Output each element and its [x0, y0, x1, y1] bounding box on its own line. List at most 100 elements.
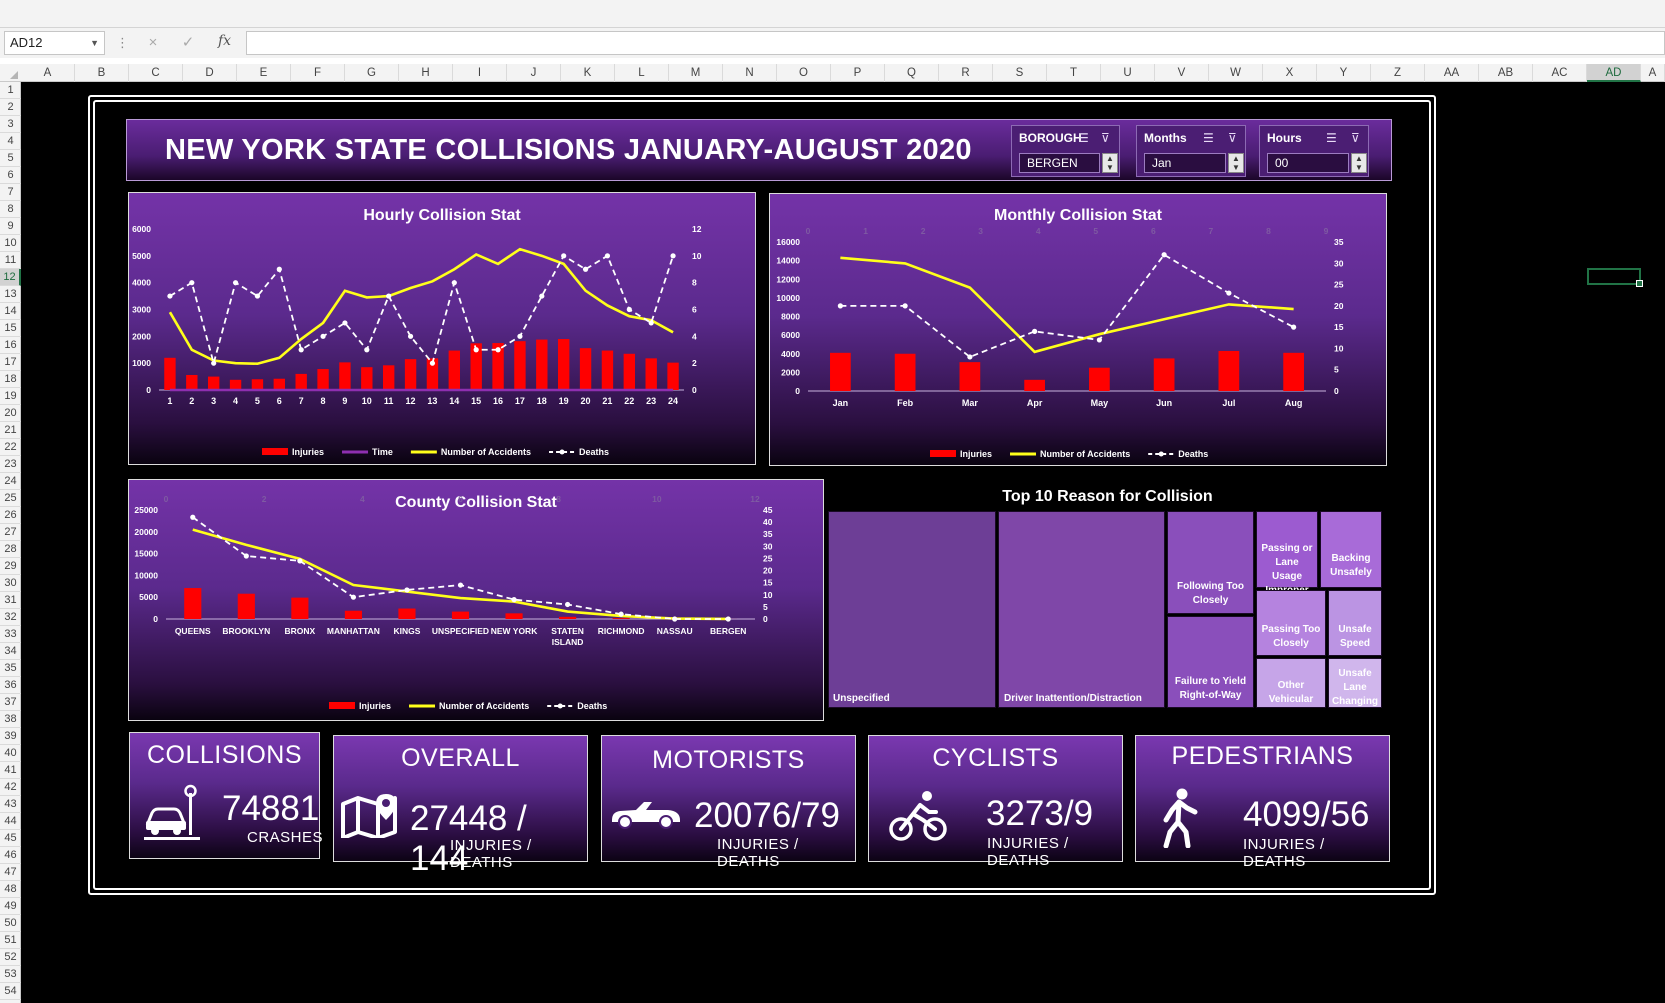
chevron-down-icon[interactable]: ▼ — [90, 32, 99, 54]
row-header-29[interactable]: 29 — [0, 558, 21, 575]
row-header-51[interactable]: 51 — [0, 932, 21, 949]
row-header-2[interactable]: 2 — [0, 99, 21, 116]
row-header-9[interactable]: 9 — [0, 218, 21, 235]
slicer-value[interactable]: Jan — [1144, 153, 1226, 173]
slicer-value[interactable]: BERGEN — [1019, 153, 1100, 173]
multi-select-icon[interactable]: ☰ — [1203, 131, 1214, 145]
treemap-cell[interactable]: Following Too Closely — [1167, 511, 1254, 614]
scroll-spinner-icon[interactable]: ▲ ▼ — [1102, 153, 1118, 173]
clear-filter-icon[interactable]: ⊽ — [1101, 131, 1110, 145]
column-header-aa[interactable]: AA — [1425, 64, 1479, 82]
row-header-34[interactable]: 34 — [0, 643, 21, 660]
row-header-11[interactable]: 11 — [0, 252, 21, 269]
column-header-d[interactable]: D — [183, 64, 237, 82]
column-header-l[interactable]: L — [615, 64, 669, 82]
cancel-icon[interactable]: × — [140, 33, 166, 53]
column-header-j[interactable]: J — [507, 64, 561, 82]
hourly-collision-chart[interactable]: Hourly Collision Stat 0 1000 2000 3000 4000 50… — [128, 192, 756, 465]
select-all-corner[interactable] — [0, 64, 21, 82]
row-header-1[interactable]: 1 — [0, 82, 21, 99]
row-header-23[interactable]: 23 — [0, 456, 21, 473]
row-header-27[interactable]: 27 — [0, 524, 21, 541]
column-header-b[interactable]: B — [75, 64, 129, 82]
row-header-12[interactable]: 12 — [0, 269, 21, 286]
row-header-47[interactable]: 47 — [0, 864, 21, 881]
treemap-cell[interactable]: Failure to Yield Right-of-Way — [1167, 616, 1254, 708]
row-header-30[interactable]: 30 — [0, 575, 21, 592]
row-header-46[interactable]: 46 — [0, 847, 21, 864]
clear-filter-icon[interactable]: ⊽ — [1228, 131, 1237, 145]
scroll-spinner-icon[interactable]: ▲ ▼ — [1351, 153, 1367, 173]
county-collision-chart[interactable]: County Collision Stat 0 5000 10000 15000 2000… — [128, 479, 824, 721]
row-header-50[interactable]: 50 — [0, 915, 21, 932]
name-box[interactable]: AD12 ▼ — [4, 31, 105, 55]
column-header-t[interactable]: T — [1047, 64, 1101, 82]
row-header-7[interactable]: 7 — [0, 184, 21, 201]
row-header-48[interactable]: 48 — [0, 881, 21, 898]
column-header-m[interactable]: M — [669, 64, 723, 82]
treemap-cell[interactable]: Unsafe Speed — [1328, 590, 1382, 656]
multi-select-icon[interactable]: ☰ — [1078, 131, 1089, 145]
row-header-52[interactable]: 52 — [0, 949, 21, 966]
row-header-8[interactable]: 8 — [0, 201, 21, 218]
treemap-cell[interactable]: Driver Inattention/Distraction — [998, 511, 1165, 708]
row-header-44[interactable]: 44 — [0, 813, 21, 830]
column-header-k[interactable]: K — [561, 64, 615, 82]
row-header-19[interactable]: 19 — [0, 388, 21, 405]
column-header-a[interactable]: A — [21, 64, 75, 82]
column-header-g[interactable]: G — [345, 64, 399, 82]
monthly-collision-chart[interactable]: Monthly Collision Stat 0 2000 4000 6000 8000 1… — [769, 193, 1387, 466]
row-header-38[interactable]: 38 — [0, 711, 21, 728]
row-header-53[interactable]: 53 — [0, 966, 21, 983]
row-header-26[interactable]: 26 — [0, 507, 21, 524]
row-header-41[interactable]: 41 — [0, 762, 21, 779]
row-header-17[interactable]: 17 — [0, 354, 21, 371]
column-header-ad[interactable]: AD — [1587, 64, 1641, 82]
row-header-10[interactable]: 10 — [0, 235, 21, 252]
column-header-x[interactable]: X — [1263, 64, 1317, 82]
formula-bar[interactable] — [246, 31, 1665, 55]
column-header-s[interactable]: S — [993, 64, 1047, 82]
treemap-cell[interactable]: Passing or Lane Usage Improper — [1256, 511, 1318, 596]
more-icon[interactable]: ⋮ — [116, 35, 129, 51]
row-header-22[interactable]: 22 — [0, 439, 21, 456]
column-header-h[interactable]: H — [399, 64, 453, 82]
row-header-3[interactable]: 3 — [0, 116, 21, 133]
column-header-v[interactable]: V — [1155, 64, 1209, 82]
column-header-w[interactable]: W — [1209, 64, 1263, 82]
slicer-hours[interactable]: Hours ☰ ⊽ 00 ▲ ▼ — [1259, 125, 1369, 177]
slicer-months[interactable]: Months ☰ ⊽ Jan ▲ ▼ — [1136, 125, 1246, 177]
row-header-4[interactable]: 4 — [0, 133, 21, 150]
column-header-ac[interactable]: AC — [1533, 64, 1587, 82]
row-header-32[interactable]: 32 — [0, 609, 21, 626]
column-header-q[interactable]: Q — [885, 64, 939, 82]
row-header-45[interactable]: 45 — [0, 830, 21, 847]
clear-filter-icon[interactable]: ⊽ — [1351, 131, 1360, 145]
treemap-cell[interactable]: Passing Too Closely — [1256, 590, 1326, 656]
row-header-21[interactable]: 21 — [0, 422, 21, 439]
row-header-43[interactable]: 43 — [0, 796, 21, 813]
slicer-value[interactable]: 00 — [1267, 153, 1349, 173]
treemap-cell[interactable]: Unsafe Lane Changing — [1328, 658, 1382, 708]
column-header-c[interactable]: C — [129, 64, 183, 82]
column-header-ab[interactable]: AB — [1479, 64, 1533, 82]
active-cell[interactable] — [1587, 268, 1643, 287]
row-header-40[interactable]: 40 — [0, 745, 21, 762]
row-header-13[interactable]: 13 — [0, 286, 21, 303]
row-header-20[interactable]: 20 — [0, 405, 21, 422]
column-header-a[interactable]: A — [1641, 64, 1665, 82]
row-header-37[interactable]: 37 — [0, 694, 21, 711]
treemap-cell[interactable]: Unspecified — [828, 511, 996, 708]
row-header-15[interactable]: 15 — [0, 320, 21, 337]
column-header-u[interactable]: U — [1101, 64, 1155, 82]
multi-select-icon[interactable]: ☰ — [1326, 131, 1337, 145]
column-header-p[interactable]: P — [831, 64, 885, 82]
treemap-cell[interactable]: Other Vehicular — [1256, 658, 1326, 708]
row-header-31[interactable]: 31 — [0, 592, 21, 609]
column-header-r[interactable]: R — [939, 64, 993, 82]
column-header-o[interactable]: O — [777, 64, 831, 82]
row-header-24[interactable]: 24 — [0, 473, 21, 490]
row-header-5[interactable]: 5 — [0, 150, 21, 167]
row-header-33[interactable]: 33 — [0, 626, 21, 643]
row-header-49[interactable]: 49 — [0, 898, 21, 915]
